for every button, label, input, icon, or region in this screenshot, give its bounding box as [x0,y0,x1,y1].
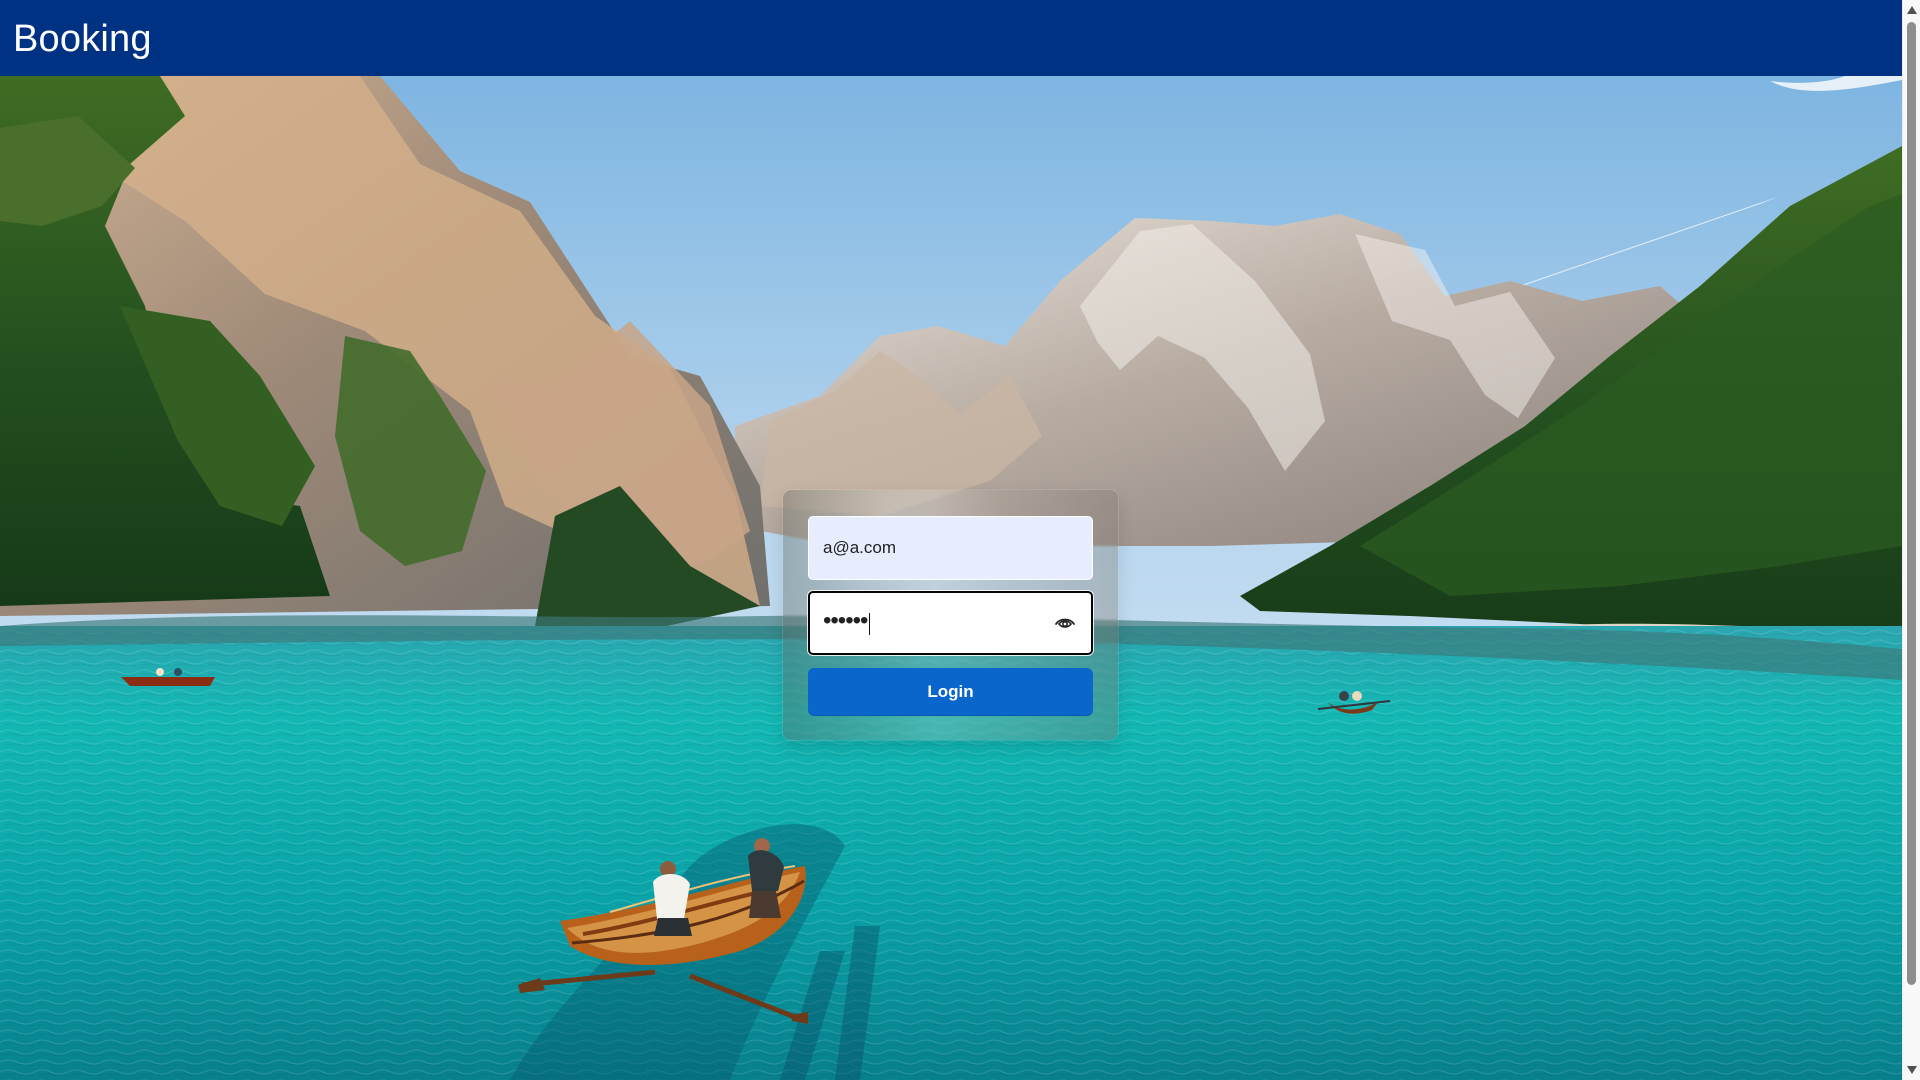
password-field[interactable]: •••••• [808,591,1093,655]
password-masked-value: •••••• [823,607,868,634]
scrollbar-thumb[interactable] [1907,22,1916,985]
email-field[interactable]: a@a.com [808,516,1093,580]
show-password-button[interactable] [1053,612,1077,636]
eye-icon [1055,618,1075,628]
email-value: a@a.com [823,538,897,557]
login-card: a@a.com •••••• Login [783,490,1118,740]
scroll-down-icon[interactable] [1907,1066,1917,1074]
top-navigation-bar: Booking [0,0,1902,76]
login-button[interactable]: Login [808,668,1093,716]
text-cursor [869,613,871,635]
app-title: Booking [13,18,152,60]
vertical-scrollbar[interactable] [1902,0,1920,1080]
scroll-up-icon[interactable] [1907,6,1917,14]
booking-login-page: Booking a@a.com •••••• Login [0,0,1920,1080]
